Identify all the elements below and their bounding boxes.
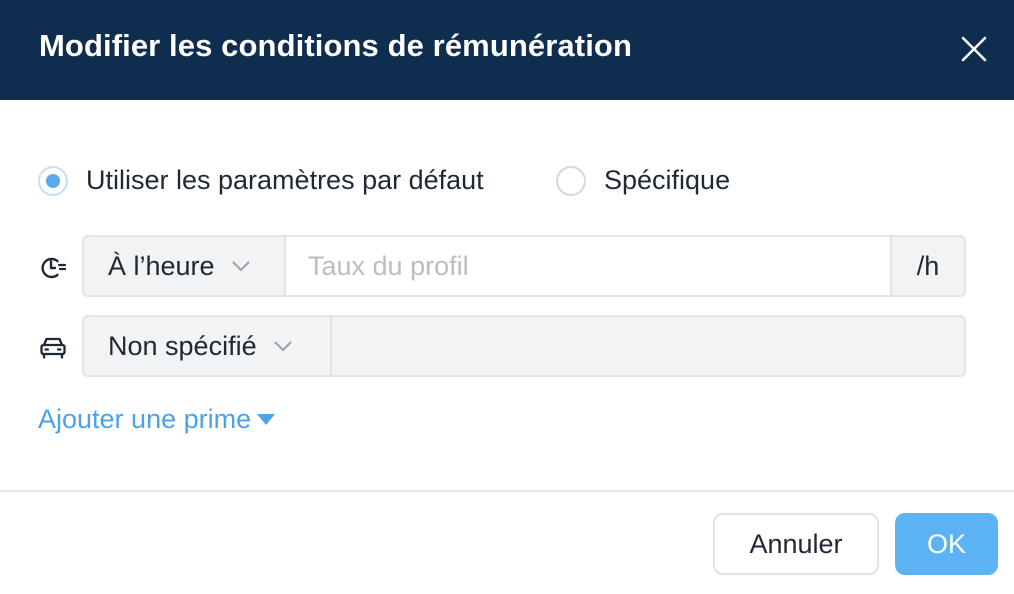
radio-label-specific: Spécifique (604, 165, 731, 195)
dialog-title: Modifier les conditions de rémunération (39, 28, 632, 63)
radio-circle-checked[interactable] (38, 165, 68, 196)
car-icon (40, 337, 66, 359)
travel-type-value: Non spécifié (108, 330, 257, 361)
rate-type-value: À l’heure (108, 250, 215, 281)
chevron-down-icon (231, 261, 250, 272)
travel-type-select[interactable]: Non spécifié (84, 317, 332, 375)
radio-specific[interactable]: Spécifique (556, 165, 730, 196)
travel-input[interactable] (332, 317, 964, 375)
footer-divider (0, 490, 1014, 492)
rate-unit-suffix: /h (890, 237, 964, 295)
ok-button[interactable]: OK (895, 513, 998, 575)
radio-default-settings[interactable]: Utiliser les paramètres par défaut (38, 165, 484, 196)
dialog-header: Modifier les conditions de rémunération (0, 0, 1014, 100)
clock-icon (41, 257, 67, 279)
rate-type-select[interactable]: À l’heure (84, 237, 286, 295)
chevron-down-icon (273, 341, 292, 352)
close-icon[interactable] (955, 30, 993, 68)
travel-row: Non spécifié (38, 315, 966, 377)
rate-input-group: À l’heure /h (82, 235, 966, 297)
add-bonus-label: Ajouter une prime (38, 404, 252, 434)
rate-row: À l’heure /h (38, 235, 966, 297)
radio-label-default: Utiliser les paramètres par défaut (86, 165, 484, 195)
rate-input[interactable] (286, 237, 890, 295)
remuneration-dialog: Modifier les conditions de rémunération … (0, 0, 1014, 594)
cancel-button[interactable]: Annuler (713, 513, 879, 575)
travel-input-group: Non spécifié (82, 315, 966, 377)
radio-circle-unchecked[interactable] (556, 165, 586, 196)
caret-down-icon (257, 414, 276, 425)
add-bonus-link[interactable]: Ajouter une prime (38, 404, 276, 435)
